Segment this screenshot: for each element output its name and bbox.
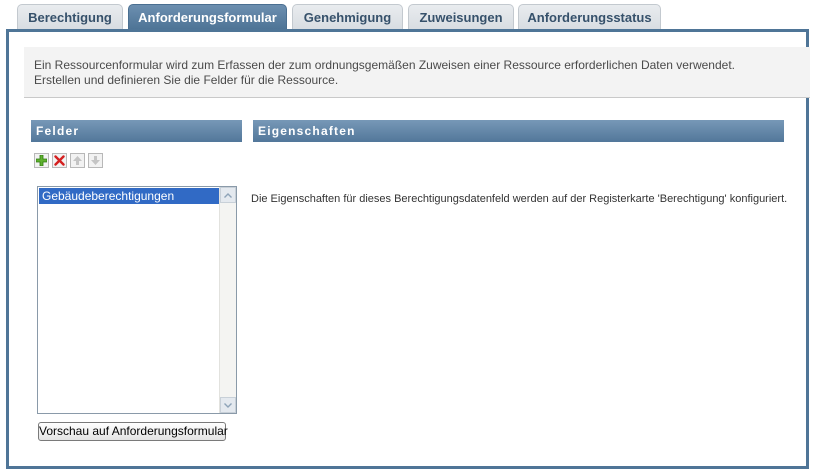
add-field-button[interactable] — [34, 153, 49, 168]
properties-message: Die Eigenschaften für dieses Berechtigun… — [251, 193, 788, 205]
tab-berechtigung[interactable]: Berechtigung — [17, 4, 123, 29]
tab-zuweisungen[interactable]: Zuweisungen — [408, 4, 514, 29]
delete-field-button[interactable] — [52, 153, 67, 168]
properties-header: Eigenschaften — [253, 120, 784, 142]
description-line-1: Ein Ressourcenformular wird zum Erfassen… — [34, 58, 735, 72]
description-box: Ein Ressourcenformular wird zum Erfassen… — [24, 47, 810, 98]
chevron-down-icon — [224, 402, 232, 408]
listbox-scrollbar[interactable] — [219, 187, 236, 413]
tab-anforderungsstatus[interactable]: Anforderungsstatus — [518, 4, 661, 29]
description-line-2: Erstellen und definieren Sie die Felder … — [34, 73, 339, 87]
preview-request-form-button[interactable]: Vorschau auf Anforderungsformular — [38, 422, 228, 441]
fields-listbox[interactable]: Gebäudeberechtigungen — [37, 186, 237, 414]
scroll-down-button[interactable] — [220, 397, 236, 413]
add-icon — [36, 155, 47, 166]
scroll-up-button[interactable] — [220, 187, 236, 203]
fields-header: Felder — [31, 120, 242, 142]
list-item[interactable]: Gebäudeberechtigungen — [39, 188, 219, 204]
move-up-button[interactable] — [70, 153, 85, 168]
move-down-icon — [91, 156, 100, 165]
tab-genehmigung[interactable]: Genehmigung — [292, 4, 403, 29]
chevron-up-icon — [224, 192, 232, 198]
move-down-button[interactable] — [88, 153, 103, 168]
tab-bar: Berechtigung Anforderungsformular Genehm… — [0, 0, 816, 29]
delete-icon — [54, 155, 65, 166]
tab-anforderungsformular[interactable]: Anforderungsformular — [128, 4, 287, 29]
move-up-icon — [73, 156, 82, 165]
